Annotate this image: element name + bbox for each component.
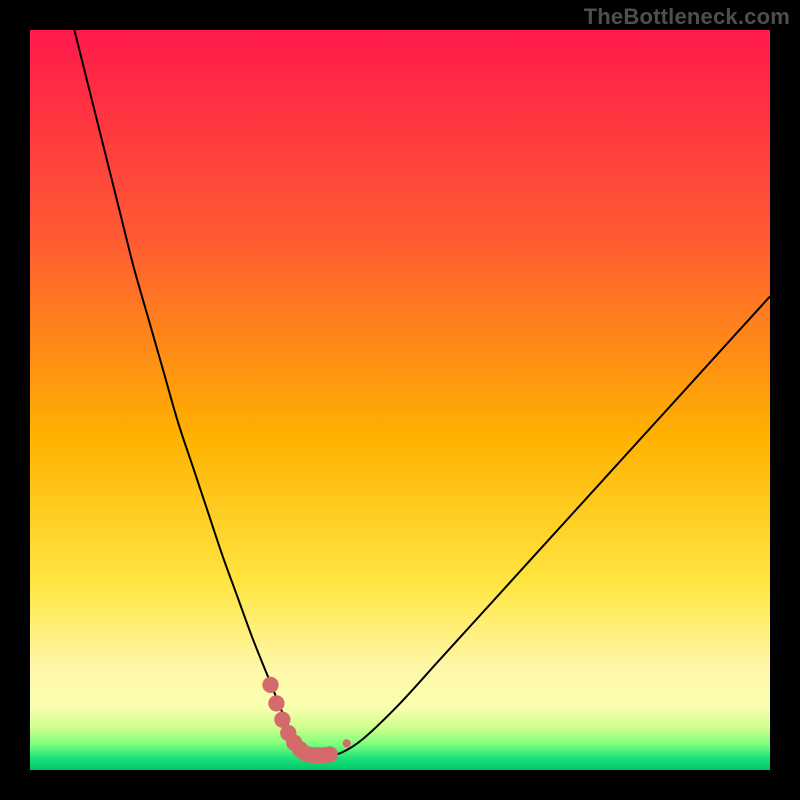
plot-area bbox=[30, 30, 770, 770]
highlight-marker bbox=[343, 739, 351, 747]
bottleneck-chart bbox=[30, 30, 770, 770]
gradient-background bbox=[30, 30, 770, 770]
watermark-text: TheBottleneck.com bbox=[584, 4, 790, 30]
highlight-marker bbox=[268, 695, 284, 711]
highlight-marker bbox=[262, 677, 278, 693]
chart-frame: TheBottleneck.com bbox=[0, 0, 800, 800]
highlight-marker bbox=[322, 746, 338, 762]
